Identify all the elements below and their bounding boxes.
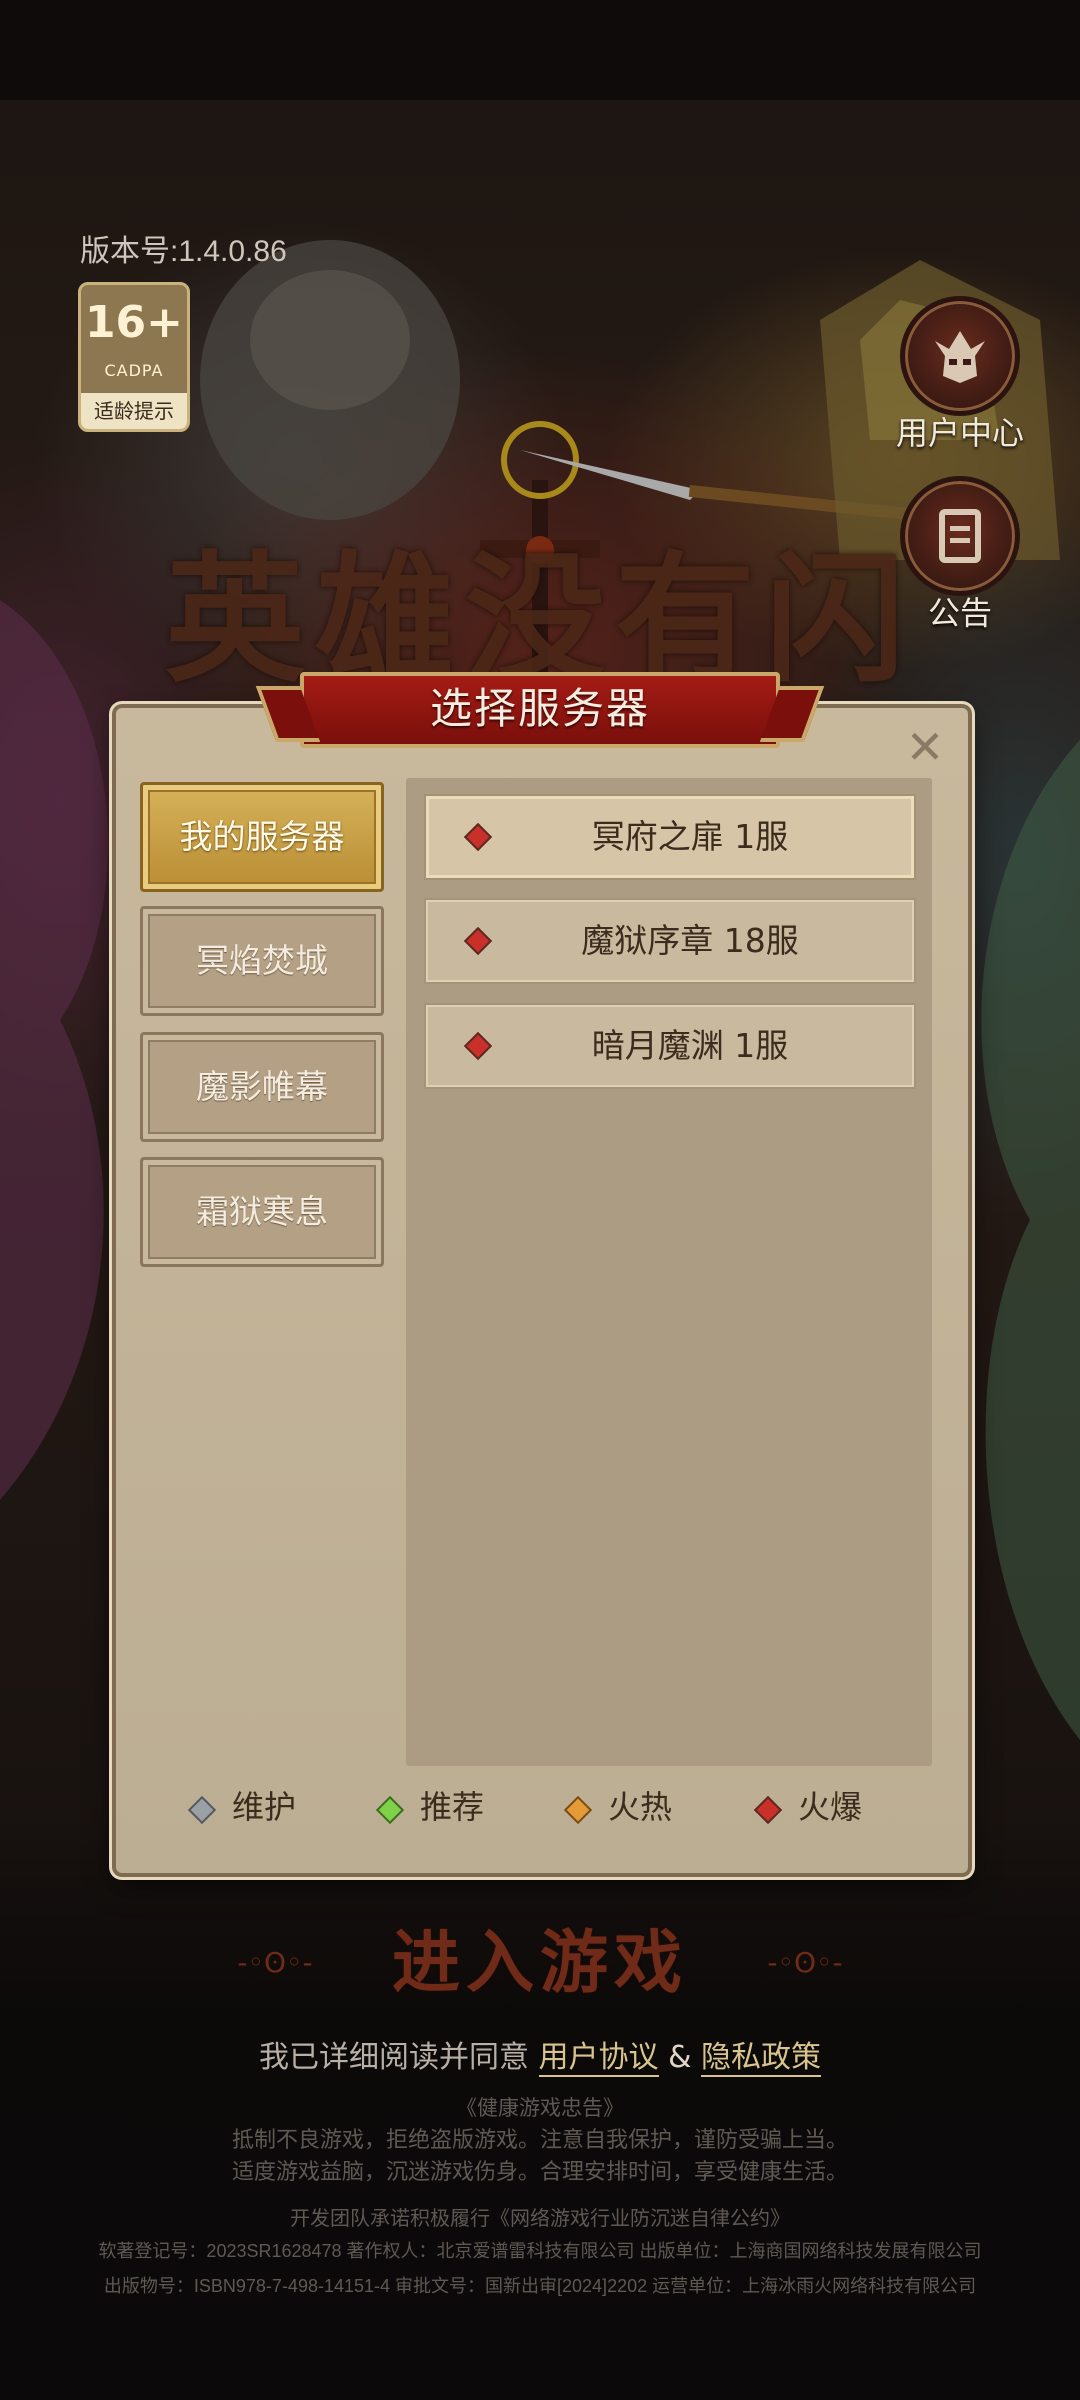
legal-info-line: 出版物号：ISBN978-7-498-14151-4 审批文号：国新出审[202… (103, 2276, 977, 2296)
status-recommended-icon (375, 1795, 405, 1825)
user-agreement-link[interactable]: 用户协议 (538, 2040, 659, 2077)
legend-label: 火爆 (798, 1788, 863, 1826)
anti-addiction-pledge: 开发团队承诺积极履行《网络游戏行业防沉迷自律公约》 (290, 2208, 790, 2230)
health-notice-line: 适度游戏益脑，沉迷游戏伤身。合理安排时间，享受健康生活。 (231, 2159, 848, 2184)
status-busy-icon (563, 1795, 593, 1825)
age-rating-org: CADPA (104, 361, 164, 380)
server-name: 冥府之扉 1服 (591, 817, 789, 856)
notice-button[interactable]: 公告 (890, 476, 1030, 634)
health-notice-title: 《健康游戏忠告》 (456, 2097, 624, 2120)
legal-info-line: 软著登记号：2023SR1628478 著作权人：北京爱谱雷科技有限公司 出版单… (98, 2241, 982, 2261)
user-center-button[interactable]: 用户中心 (890, 296, 1030, 454)
legend-label: 火热 (608, 1788, 673, 1826)
health-notice-line: 抵制不良游戏，拒绝盗版游戏。注意自我保护，谨防受骗上当。 (231, 2127, 848, 2152)
ornament-right-icon: -◦ʘ◦- (767, 1946, 843, 1979)
server-name: 魔狱序章 18服 (581, 921, 799, 960)
legend-maintenance: 维护 (187, 1782, 297, 1832)
age-rating-badge[interactable]: 16+ CADPA 适龄提示 (78, 282, 190, 432)
server-row[interactable]: 冥府之扉 1服 (424, 794, 916, 880)
agreement-line: 我已详细阅读并同意 用户协议 & 隐私政策 (0, 2032, 1080, 2077)
notice-label: 公告 (927, 594, 992, 632)
close-icon[interactable]: ✕ (900, 722, 950, 772)
server-row[interactable]: 魔狱序章 18服 (424, 898, 916, 984)
age-rating-number: 16+ (84, 297, 184, 348)
legend-very-hot: 火爆 (753, 1782, 863, 1832)
legend-recommended: 推荐 (375, 1782, 485, 1832)
agreement-amp: & (668, 2040, 692, 2075)
version-label: 版本号:1.4.0.86 (80, 235, 287, 268)
status-hot-icon (753, 1795, 783, 1825)
user-center-label: 用户中心 (895, 414, 1024, 452)
notice-icon (900, 476, 1020, 596)
dialog-title: 选择服务器 (300, 672, 780, 748)
server-name: 暗月魔渊 1服 (591, 1026, 789, 1065)
category-tab-my-servers[interactable]: 我的服务器 (140, 782, 384, 892)
server-row[interactable]: 暗月魔渊 1服 (424, 1003, 916, 1089)
enter-game-button[interactable]: 进入游戏 (290, 1918, 790, 2008)
category-tab-3[interactable]: 霜狱寒息 (140, 1157, 384, 1267)
helmet-icon (900, 296, 1020, 416)
agreement-prefix: 我已详细阅读并同意 (258, 2040, 529, 2075)
legend-hot: 火热 (563, 1782, 673, 1832)
privacy-policy-link[interactable]: 隐私政策 (701, 2040, 822, 2077)
category-tab-1[interactable]: 冥焰焚城 (140, 906, 384, 1016)
age-rating-tip: 适龄提示 (81, 393, 187, 429)
legend-label: 维护 (232, 1788, 297, 1826)
category-tab-2[interactable]: 魔影帷幕 (140, 1032, 384, 1142)
legend-label: 推荐 (420, 1788, 485, 1826)
status-maintenance-icon (187, 1795, 217, 1825)
